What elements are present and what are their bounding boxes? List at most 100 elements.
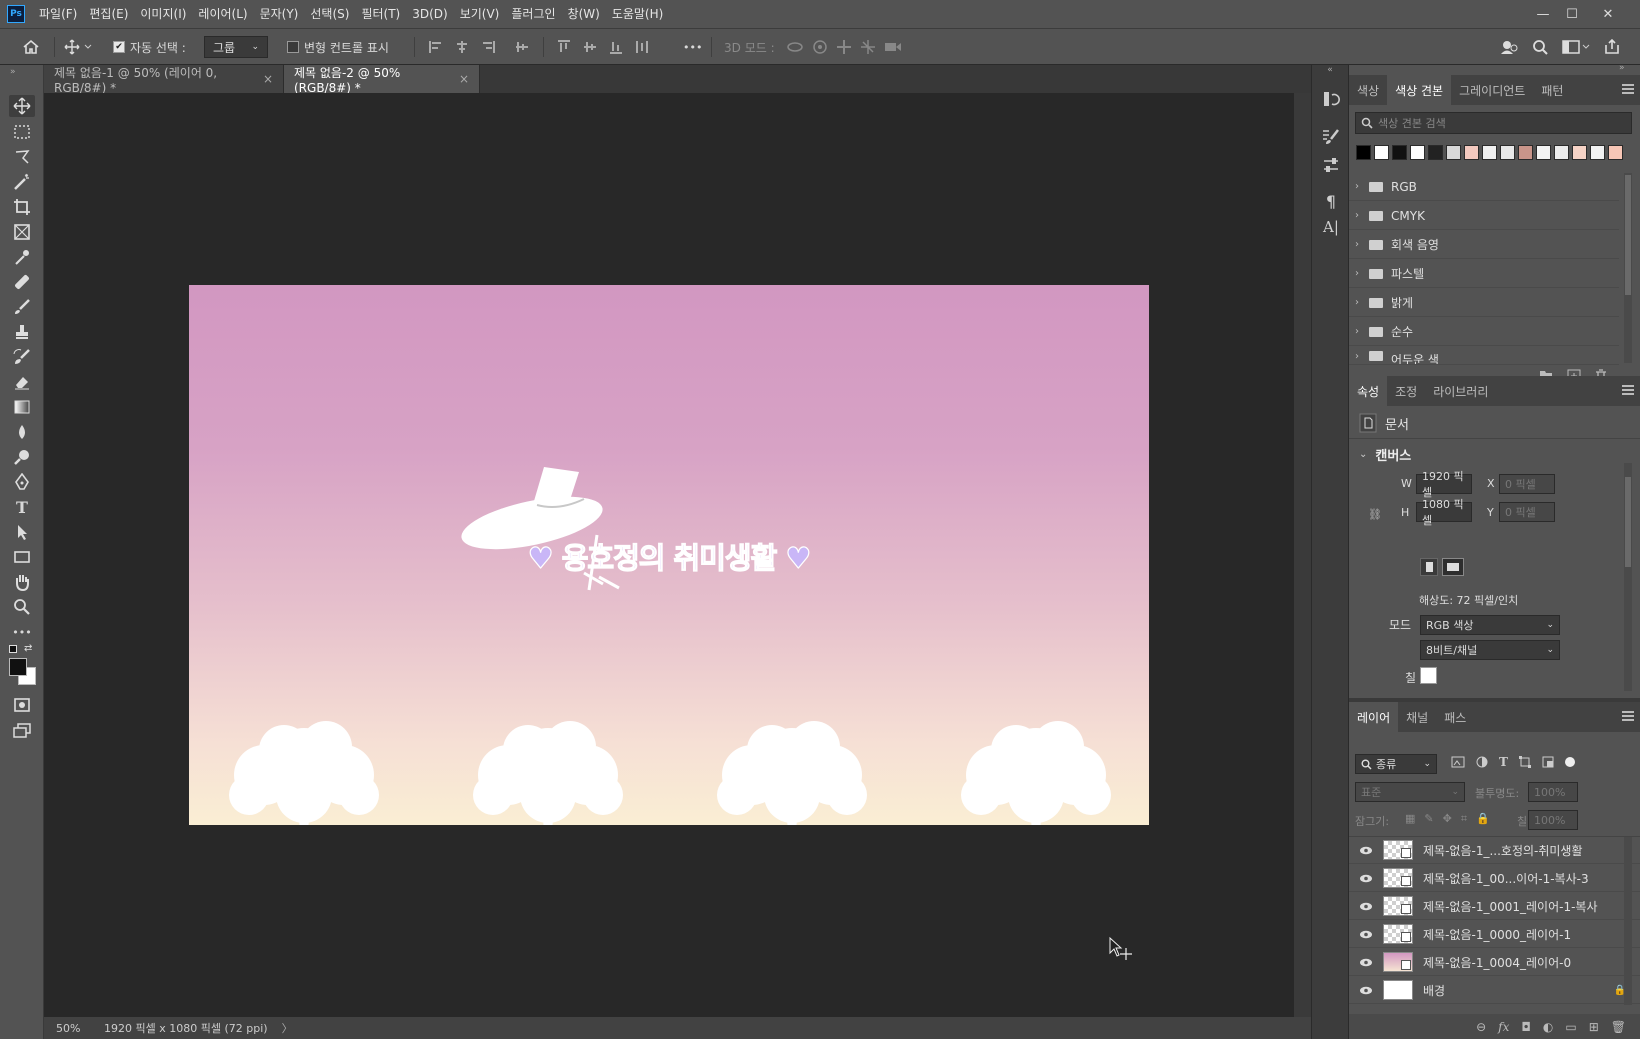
adjustment-layer-icon[interactable]: ◐: [1543, 1020, 1553, 1034]
3d-orbit-icon[interactable]: [786, 39, 804, 55]
tab-adjustments[interactable]: 조정: [1387, 376, 1425, 406]
link-layers-icon[interactable]: ⊖: [1476, 1020, 1486, 1034]
tab-channels[interactable]: 채널: [1398, 702, 1436, 732]
tab-layers[interactable]: 레이어: [1349, 702, 1399, 732]
canvas-section-header[interactable]: ⌄ 캔버스: [1359, 445, 1411, 464]
new-layer-icon[interactable]: ⊞: [1589, 1020, 1599, 1034]
layer-name[interactable]: 제목-없음-1_0000_레이어-1: [1423, 926, 1571, 943]
menu-type[interactable]: 문자(Y): [254, 0, 305, 28]
magic-wand-tool-icon[interactable]: [9, 171, 35, 193]
color-swatch[interactable]: [1608, 145, 1623, 160]
tab-properties[interactable]: 속성: [1349, 376, 1388, 406]
default-colors-icon[interactable]: [9, 645, 17, 653]
menu-help[interactable]: 도움말(H): [606, 0, 670, 28]
layer-row-background[interactable]: 배경 🔒: [1349, 977, 1640, 1004]
layer-row[interactable]: 제목-없음-1_0000_레이어-1: [1349, 921, 1640, 948]
adjustments-icon[interactable]: [1318, 153, 1344, 177]
quick-mask-icon[interactable]: [9, 694, 35, 716]
swatch-folder-dark[interactable]: › 어두운 색: [1349, 347, 1619, 365]
layer-name[interactable]: 제목-없음-1_0001_레이어-1-복사: [1423, 898, 1598, 915]
layer-row[interactable]: 제목-없음-1_00...이어-1-복사-3: [1349, 865, 1640, 892]
tab-libraries[interactable]: 라이브러리: [1425, 376, 1496, 406]
color-swatch[interactable]: [1482, 145, 1497, 160]
opacity-field[interactable]: 100%: [1528, 782, 1578, 802]
collapse-arrows-icon[interactable]: »: [1619, 63, 1625, 73]
type-tool-icon[interactable]: T: [9, 496, 35, 518]
visibility-eye-icon[interactable]: [1349, 902, 1383, 911]
layer-row[interactable]: 제목-없음-1_0004_레이어-0: [1349, 949, 1640, 976]
tab-document-2[interactable]: 제목 없음-2 @ 50% (RGB/8#) * ×: [284, 65, 480, 95]
lock-position-icon[interactable]: ✥: [1443, 812, 1452, 826]
lasso-tool-icon[interactable]: [9, 146, 35, 168]
layer-name[interactable]: 제목-없음-1_0004_레이어-0: [1423, 954, 1571, 971]
layers-scrollbar[interactable]: [1624, 837, 1632, 1005]
zoom-level[interactable]: 50%: [56, 1022, 100, 1035]
panel-menu-icon[interactable]: [1622, 84, 1634, 94]
tab-paths[interactable]: 패스: [1436, 702, 1474, 732]
transform-controls-checkbox[interactable]: [287, 41, 299, 53]
layer-fill-field[interactable]: 100%: [1528, 810, 1578, 830]
visibility-eye-icon[interactable]: [1349, 846, 1383, 855]
menu-file[interactable]: 파일(F): [33, 0, 83, 28]
blur-tool-icon[interactable]: [9, 421, 35, 443]
lock-all-icon[interactable]: 🔒: [1476, 812, 1490, 826]
hand-tool-icon[interactable]: [9, 571, 35, 593]
3d-scale-icon[interactable]: [884, 39, 902, 55]
layer-row[interactable]: 제목-없음-1_...호정의-취미생활: [1349, 837, 1640, 864]
color-swatch[interactable]: [1446, 145, 1461, 160]
layer-style-fx-icon[interactable]: fx: [1498, 1020, 1509, 1034]
bit-depth-select[interactable]: 8비트/채널 ⌄: [1420, 640, 1560, 660]
distribute-top-icon[interactable]: [556, 39, 572, 55]
home-icon[interactable]: [22, 29, 40, 65]
layer-filter-select[interactable]: 종류 ⌄: [1355, 754, 1437, 774]
tab-color[interactable]: 색상: [1349, 75, 1387, 105]
shape-layer-filter-icon[interactable]: [1518, 756, 1531, 768]
eraser-tool-icon[interactable]: [9, 371, 35, 393]
y-field[interactable]: 0 픽셀: [1499, 502, 1555, 522]
height-field[interactable]: 1080 픽셀: [1416, 498, 1472, 527]
eyedropper-tool-icon[interactable]: [9, 246, 35, 268]
3d-slide-icon[interactable]: [860, 39, 876, 55]
paragraph-panel-icon[interactable]: ¶: [1318, 189, 1344, 213]
panel-menu-icon[interactable]: [1622, 385, 1634, 395]
properties-scrollbar[interactable]: [1624, 463, 1632, 691]
new-group-icon[interactable]: ▭: [1565, 1020, 1576, 1034]
visibility-eye-icon[interactable]: [1349, 986, 1383, 995]
smart-object-filter-icon[interactable]: [1542, 756, 1554, 768]
menu-edit[interactable]: 편집(E): [83, 0, 134, 28]
align-hcenter-icon[interactable]: [454, 39, 470, 55]
character-panel-icon[interactable]: A|: [1318, 215, 1344, 239]
lock-pixels-icon[interactable]: ✎: [1424, 812, 1433, 826]
menu-select[interactable]: 선택(S): [304, 0, 355, 28]
3d-pan-icon[interactable]: [836, 39, 852, 55]
edit-toolbar-icon[interactable]: •••: [9, 621, 35, 643]
menu-window[interactable]: 창(W): [562, 0, 606, 28]
layer-name[interactable]: 배경: [1423, 982, 1614, 999]
document-canvas[interactable]: ♥ 용호정의 취미생활 ♥: [189, 285, 1149, 825]
3d-roll-icon[interactable]: [812, 39, 828, 55]
color-swatch[interactable]: [1572, 145, 1587, 160]
auto-select-checkbox[interactable]: ✔: [113, 41, 125, 53]
lock-artboard-icon[interactable]: ⌗: [1461, 812, 1467, 826]
path-selection-tool-icon[interactable]: [9, 521, 35, 543]
color-swatch[interactable]: [1518, 145, 1533, 160]
history-panel-icon[interactable]: [1318, 87, 1344, 111]
swatch-folder-cmyk[interactable]: › CMYK: [1349, 202, 1619, 230]
history-brush-tool-icon[interactable]: [9, 346, 35, 368]
workspace-icon[interactable]: [1562, 39, 1590, 55]
tab-gradients[interactable]: 그레이디언트: [1451, 75, 1533, 105]
width-field[interactable]: 1920 픽셀: [1416, 470, 1472, 499]
search-icon[interactable]: [1532, 39, 1548, 55]
tab-patterns[interactable]: 패턴: [1533, 75, 1571, 105]
brush-tool-icon[interactable]: [9, 296, 35, 318]
type-layer-filter-icon[interactable]: T: [1499, 755, 1508, 769]
adjustment-layer-filter-icon[interactable]: [1476, 756, 1488, 768]
share-icon[interactable]: [1604, 39, 1620, 55]
color-swatch[interactable]: [1554, 145, 1569, 160]
vertical-scrollbar[interactable]: [1294, 93, 1311, 1017]
layer-name[interactable]: 제목-없음-1_00...이어-1-복사-3: [1423, 870, 1589, 887]
color-swatch[interactable]: [1536, 145, 1551, 160]
menu-plugins[interactable]: 플러그인: [505, 0, 561, 28]
menu-filter[interactable]: 필터(T): [355, 0, 406, 28]
maximize-button[interactable]: ☐: [1555, 0, 1589, 28]
